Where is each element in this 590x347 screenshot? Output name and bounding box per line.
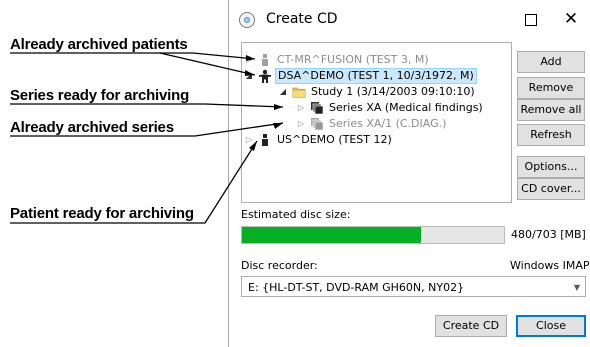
expand-arrow-icon[interactable]: ▷ (244, 52, 254, 68)
disc-recorder-value: E: {HL-DT-ST, DVD-RAM GH60N, NY02} (248, 281, 465, 294)
patient-icon (258, 53, 272, 67)
callout-already-archived-series: Already archived series (10, 119, 174, 136)
refresh-button[interactable]: Refresh (517, 124, 585, 146)
patient-icon (258, 133, 272, 147)
close-button[interactable]: Close (516, 315, 586, 337)
tree-node-series[interactable]: ▷ Series XA/1 (C.DIAG.) (296, 116, 448, 132)
tree-node-label: US^DEMO (TEST 12) (277, 133, 392, 146)
tree-node-patient[interactable]: ▷ CT-MR^FUSION (TEST 3, M) (244, 52, 431, 68)
remove-button[interactable]: Remove (517, 77, 585, 99)
series-icon (310, 117, 324, 131)
patient-tree[interactable]: ▷ CT-MR^FUSION (TEST 3, M) ◢ DSA^DEMO (T… (241, 42, 512, 203)
disc-recorder-select[interactable]: E: {HL-DT-ST, DVD-RAM GH60N, NY02} ▼ (241, 276, 586, 297)
remove-all-button[interactable]: Remove all (517, 99, 585, 121)
cd-icon (239, 12, 255, 28)
disc-size-progress-fill (242, 227, 421, 243)
callout-series-ready: Series ready for archiving (10, 87, 190, 104)
maximize-button[interactable] (511, 7, 551, 31)
recorder-api-label: Windows IMAPI2 (510, 259, 590, 272)
tree-node-patient[interactable]: ◢ DSA^DEMO (TEST 1, 10/3/1972, M) (244, 68, 477, 84)
leader-line-archived-patients-1 (10, 52, 256, 60)
cd-cover-button[interactable]: CD cover... (517, 178, 585, 200)
close-window-button[interactable]: ✕ (551, 7, 590, 31)
tree-node-series[interactable]: ▷ Series XA (Medical findings) (296, 100, 485, 116)
tree-node-study[interactable]: ◢ Study 1 (3/14/2003 09:10:10) (278, 84, 477, 100)
series-icon (310, 101, 324, 115)
folder-icon (292, 85, 306, 99)
collapse-arrow-icon[interactable]: ◢ (278, 84, 288, 100)
collapse-arrow-icon[interactable]: ◢ (244, 68, 254, 84)
patient-icon (258, 69, 272, 83)
close-icon: ✕ (563, 9, 579, 29)
expand-arrow-icon[interactable]: ▷ (296, 116, 306, 132)
dialog-title: Create CD (266, 11, 338, 27)
disc-size-label: Estimated disc size: (241, 208, 351, 221)
disc-recorder-label: Disc recorder: (241, 259, 318, 272)
tree-node-label: Series XA (Medical findings) (329, 101, 483, 114)
callout-patient-ready: Patient ready for archiving (10, 205, 194, 222)
create-cd-button[interactable]: Create CD (435, 315, 507, 337)
expand-arrow-icon[interactable]: ▷ (296, 100, 306, 116)
title-bar: Create CD ✕ (229, 0, 590, 38)
disc-size-progress (241, 226, 505, 244)
tree-node-label: Series XA/1 (C.DIAG.) (329, 117, 447, 130)
tree-node-label: Study 1 (3/14/2003 09:10:10) (311, 85, 475, 98)
tree-node-label: DSA^DEMO (TEST 1, 10/3/1972, M) (275, 68, 477, 84)
maximize-icon (525, 13, 537, 26)
create-cd-dialog: Create CD ✕ ▷ CT-MR^FUSION (TEST 3, M) ◢… (228, 0, 590, 347)
options-button[interactable]: Options... (517, 156, 585, 178)
tree-node-patient[interactable]: ▷ US^DEMO (TEST 12) (244, 132, 394, 148)
chevron-down-icon[interactable]: ▼ (571, 277, 583, 298)
tree-node-label: CT-MR^FUSION (TEST 3, M) (277, 53, 429, 66)
expand-arrow-icon[interactable]: ▷ (244, 132, 254, 148)
callout-already-archived-patients: Already archived patients (10, 36, 188, 53)
add-button[interactable]: Add (517, 51, 585, 73)
disc-size-value: 480/703 [MB] (511, 228, 586, 241)
